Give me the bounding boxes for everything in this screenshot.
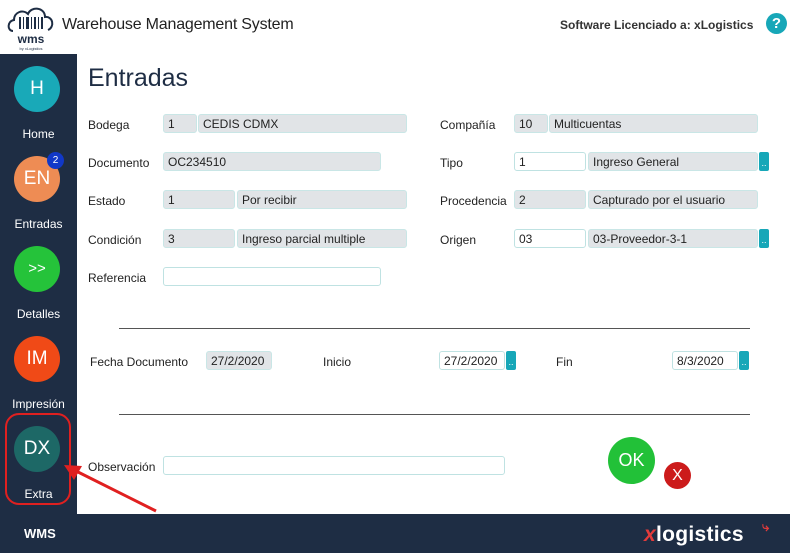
observacion-input[interactable] <box>163 456 505 475</box>
compania-name-field: Multicuentas <box>549 114 758 133</box>
condicion-code-field: 3 <box>163 229 235 248</box>
bodega-code-field: 1 <box>163 114 197 133</box>
tipo-label: Tipo <box>440 156 463 170</box>
fin-calendar-button[interactable]: .. <box>739 351 749 370</box>
tipo-name-field: Ingreso General <box>588 152 758 171</box>
origen-code-input[interactable]: 03 <box>514 229 586 248</box>
sidebar-item-label: Detalles <box>16 307 61 321</box>
procedencia-code-field: 2 <box>514 190 586 209</box>
help-icon[interactable]: ? <box>766 13 787 34</box>
swoosh-icon: ⤷ <box>762 519 770 534</box>
condicion-name-field: Ingreso parcial multiple <box>237 229 407 248</box>
referencia-input[interactable] <box>163 267 381 286</box>
svg-text:by xLogistics: by xLogistics <box>20 46 43 51</box>
fecha-documento-label: Fecha Documento <box>90 355 189 369</box>
fin-date-input[interactable]: 8/3/2020 <box>672 351 738 370</box>
app-title: Warehouse Management System <box>62 16 294 33</box>
divider <box>119 414 750 415</box>
annotation-arrow-icon <box>64 465 157 513</box>
footer: WMS xlogistics ⤷ <box>0 514 790 553</box>
bodega-name-field: CEDIS CDMX <box>198 114 407 133</box>
notification-badge: 2 <box>47 152 64 169</box>
cloud-barcode-icon: wms by xLogistics <box>7 7 54 51</box>
sidebar-item-label: Impresión <box>12 397 65 411</box>
estado-name-field: Por recibir <box>237 190 407 209</box>
wms-logo: wms by xLogistics <box>5 3 57 51</box>
sidebar-item-detalles[interactable]: >> Detalles <box>0 234 77 324</box>
ok-button[interactable]: OK <box>608 437 655 484</box>
detalles-icon[interactable]: >> <box>14 246 60 292</box>
procedencia-name-field: Capturado por el usuario <box>588 190 758 209</box>
compania-code-field: 10 <box>514 114 548 133</box>
procedencia-label: Procedencia <box>440 194 507 208</box>
svg-text:wms: wms <box>17 32 45 46</box>
origen-name-field: 03-Proveedor-3-1 <box>588 229 758 248</box>
fecha-documento-field: 27/2/2020 <box>206 351 272 370</box>
page-title: Entradas <box>88 64 189 92</box>
origen-label: Origen <box>440 233 477 247</box>
license-text: Software Licenciado a: xLogistics <box>560 18 754 32</box>
sidebar-item-label: Entradas <box>14 217 63 231</box>
header: wms by xLogistics Warehouse Management S… <box>0 0 790 54</box>
compania-label: Compañía <box>440 118 496 132</box>
documento-label: Documento <box>88 156 150 170</box>
cancel-button[interactable]: X <box>664 462 691 489</box>
condicion-label: Condición <box>88 233 142 247</box>
origen-lookup-button[interactable]: .. <box>759 229 769 248</box>
sidebar-item-home[interactable]: H Home <box>0 54 77 144</box>
tipo-lookup-button[interactable]: .. <box>759 152 769 171</box>
xlogistics-logo: xlogistics ⤷ <box>644 519 770 546</box>
impresion-icon[interactable]: IM <box>14 336 60 382</box>
footer-label: WMS <box>24 526 56 541</box>
bodega-label: Bodega <box>88 118 130 132</box>
inicio-calendar-button[interactable]: .. <box>506 351 516 370</box>
home-icon[interactable]: H <box>14 66 60 112</box>
estado-code-field: 1 <box>163 190 235 209</box>
documento-field: OC234510 <box>163 152 381 171</box>
tipo-code-input[interactable]: 1 <box>514 152 586 171</box>
divider <box>119 328 750 329</box>
fin-label: Fin <box>556 355 573 369</box>
sidebar-item-entradas[interactable]: EN 2 Entradas <box>0 144 77 234</box>
inicio-date-input[interactable]: 27/2/2020 <box>439 351 505 370</box>
app-window: wms by xLogistics Warehouse Management S… <box>0 0 790 553</box>
inicio-label: Inicio <box>323 355 352 369</box>
sidebar-item-label: Home <box>22 127 55 141</box>
referencia-label: Referencia <box>88 271 147 285</box>
sidebar-item-impresion[interactable]: IM Impresión <box>0 324 77 414</box>
estado-label: Estado <box>88 194 126 208</box>
